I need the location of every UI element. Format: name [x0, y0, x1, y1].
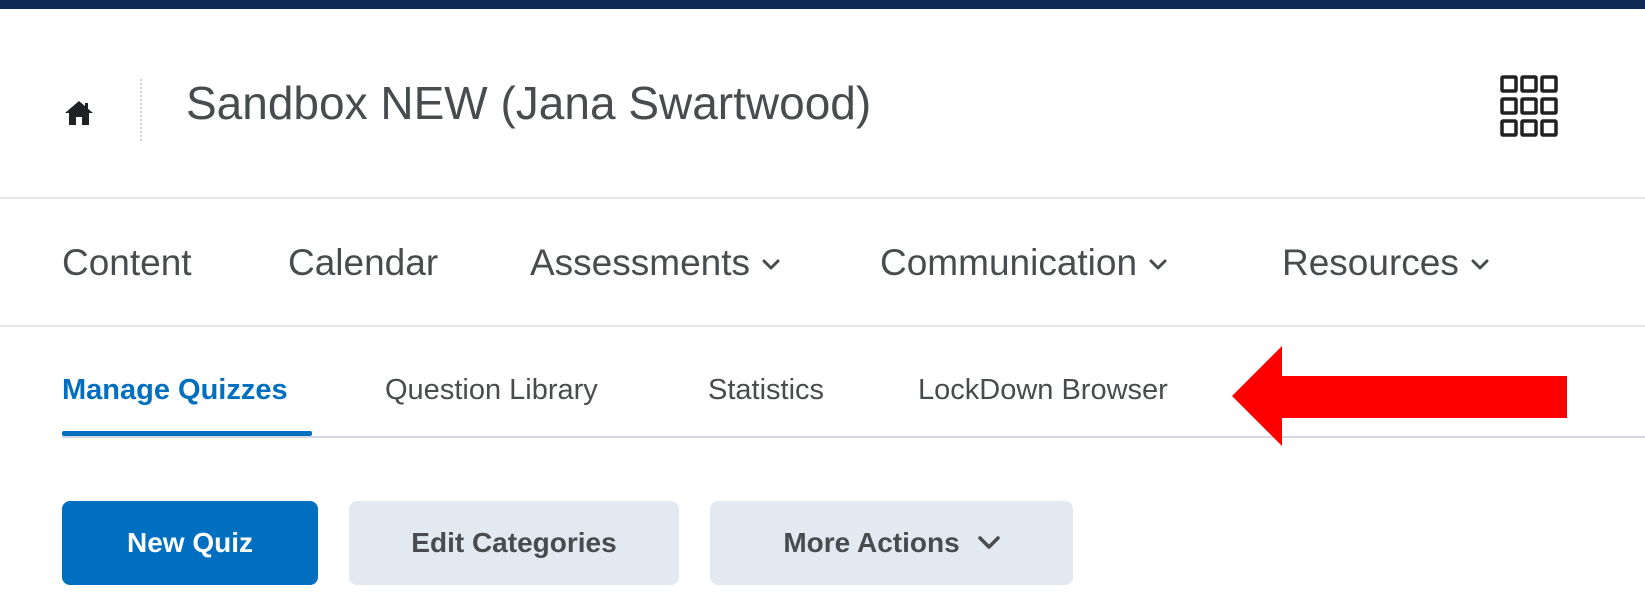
nav-item-label: Calendar — [288, 242, 439, 283]
chevron-down-icon — [762, 259, 780, 270]
course-header: Sandbox NEW (Jana Swartwood) — [0, 9, 1645, 197]
more-actions-button[interactable]: More Actions — [710, 501, 1073, 585]
home-icon[interactable] — [62, 95, 96, 129]
chevron-down-icon — [1149, 259, 1167, 270]
header-separator — [140, 79, 142, 141]
nav-item-calendar[interactable]: Calendar — [288, 239, 438, 287]
tab-statistics[interactable]: Statistics — [708, 371, 824, 409]
edit-categories-button[interactable]: Edit Categories — [349, 501, 679, 585]
new-quiz-label: New Quiz — [126, 527, 253, 558]
nav-item-label: Content — [62, 242, 192, 283]
red-arrow-annotation — [1232, 346, 1567, 446]
top-brand-bar — [0, 0, 1645, 9]
edit-categories-label: Edit Categories — [411, 527, 617, 558]
tab-manage-quizzes[interactable]: Manage Quizzes — [62, 371, 288, 409]
waffle-grid-icon[interactable] — [1500, 75, 1560, 141]
nav-item-assessments[interactable]: Assessments — [530, 239, 780, 287]
course-navbar: Content Calendar Assessments Communicati… — [0, 199, 1645, 325]
nav-item-label: Communication — [880, 242, 1138, 283]
nav-item-label: Resources — [1282, 242, 1459, 283]
course-title[interactable]: Sandbox NEW (Jana Swartwood) — [186, 71, 871, 135]
nav-item-resources[interactable]: Resources — [1282, 239, 1489, 287]
new-quiz-button[interactable]: New Quiz — [62, 501, 318, 585]
tab-question-library[interactable]: Question Library — [385, 371, 598, 409]
nav-item-content[interactable]: Content — [62, 239, 192, 287]
more-actions-label: More Actions — [783, 527, 960, 558]
nav-item-communication[interactable]: Communication — [880, 239, 1167, 287]
chevron-down-icon — [977, 536, 1000, 549]
nav-item-label: Assessments — [530, 242, 751, 283]
chevron-down-icon — [1471, 259, 1489, 270]
tab-lockdown-browser[interactable]: LockDown Browser — [918, 371, 1168, 409]
